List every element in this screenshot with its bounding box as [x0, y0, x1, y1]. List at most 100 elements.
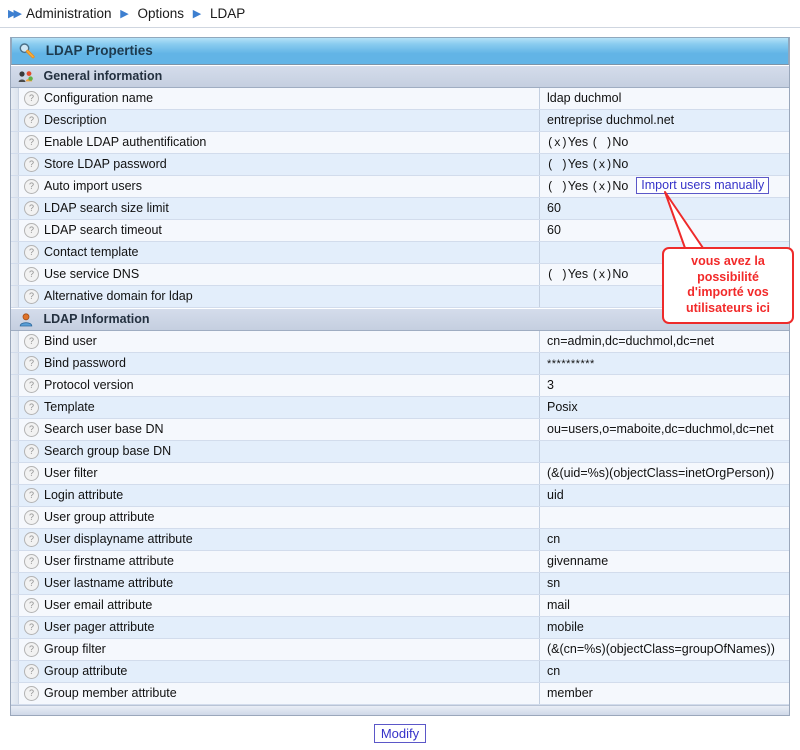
radio-no-label: No	[612, 179, 628, 193]
table-row: ?Protocol version3	[11, 375, 789, 397]
radio-no[interactable]: (x)	[592, 269, 613, 282]
breadcrumb-item-ldap[interactable]: LDAP	[210, 6, 245, 21]
modify-button[interactable]: Modify	[374, 724, 426, 743]
table-row: ?Auto import users( )Yes (x)NoImport use…	[11, 176, 789, 198]
row-gutter	[11, 683, 19, 704]
help-icon[interactable]: ?	[24, 554, 39, 569]
row-label-text: Group attribute	[44, 664, 127, 678]
radio-group[interactable]: ( )Yes (x)No	[547, 181, 628, 194]
row-value-text: cn	[547, 532, 560, 546]
row-value: 60	[540, 198, 789, 219]
help-icon[interactable]: ?	[24, 289, 39, 304]
help-icon[interactable]: ?	[24, 201, 39, 216]
row-value-text: ou=users,o=maboite,dc=duchmol,dc=net	[547, 422, 774, 436]
import-users-manually-button[interactable]: Import users manually	[636, 177, 769, 194]
radio-yes-label: Yes	[568, 267, 592, 281]
row-label-text: Group member attribute	[44, 686, 177, 700]
row-value: ldap duchmol	[540, 88, 789, 109]
row-value: (&(cn=%s)(objectClass=groupOfNames))	[540, 639, 789, 660]
radio-yes[interactable]: (x)	[547, 137, 568, 150]
table-row: ?Group attributecn	[11, 661, 789, 683]
row-label: ?Bind password	[19, 353, 540, 374]
panel-title-bar: LDAP Properties	[11, 37, 789, 65]
help-icon[interactable]: ?	[24, 267, 39, 282]
annotation-line-4: utilisateurs ici	[666, 301, 790, 317]
help-icon[interactable]: ?	[24, 422, 39, 437]
row-gutter	[11, 507, 19, 528]
radio-no[interactable]: (x)	[592, 181, 613, 194]
row-label: ?User email attribute	[19, 595, 540, 616]
help-icon[interactable]: ?	[24, 466, 39, 481]
radio-no[interactable]: (x)	[592, 159, 613, 172]
help-icon[interactable]: ?	[24, 664, 39, 679]
help-icon[interactable]: ?	[24, 576, 39, 591]
row-gutter	[11, 110, 19, 131]
help-icon[interactable]: ?	[24, 135, 39, 150]
table-row: ?User firstname attributegivenname	[11, 551, 789, 573]
annotation-callout: vous avez la possibilité d'importé vos u…	[662, 247, 794, 324]
table-row: ?User lastname attributesn	[11, 573, 789, 595]
radio-no[interactable]: ( )	[592, 137, 613, 150]
radio-group[interactable]: ( )Yes (x)No	[547, 269, 628, 282]
table-row: ?Group member attributemember	[11, 683, 789, 705]
row-label-text: User filter	[44, 466, 97, 480]
row-label: ?Search user base DN	[19, 419, 540, 440]
help-icon[interactable]: ?	[24, 686, 39, 701]
table-row: ?LDAP search timeout60	[11, 220, 789, 242]
help-icon[interactable]: ?	[24, 598, 39, 613]
help-icon[interactable]: ?	[24, 91, 39, 106]
row-label: ?Enable LDAP authentification	[19, 132, 540, 153]
row-label: ?Search group base DN	[19, 441, 540, 462]
row-label: ?Description	[19, 110, 540, 131]
row-value-text: mobile	[547, 620, 584, 634]
radio-no-label: No	[612, 135, 628, 149]
form-actions: Modify	[0, 724, 800, 743]
help-icon[interactable]: ?	[24, 157, 39, 172]
help-icon[interactable]: ?	[24, 223, 39, 238]
row-label: ?Login attribute	[19, 485, 540, 506]
row-gutter	[11, 242, 19, 263]
table-row: ?Bind password**********	[11, 353, 789, 375]
row-gutter	[11, 88, 19, 109]
annotation-line-3: d'importé vos	[666, 285, 790, 301]
row-label: ?Use service DNS	[19, 264, 540, 285]
help-icon[interactable]: ?	[24, 510, 39, 525]
help-icon[interactable]: ?	[24, 378, 39, 393]
help-icon[interactable]: ?	[24, 620, 39, 635]
ldap-properties-panel: LDAP Properties General information ?Con…	[10, 37, 790, 716]
help-icon[interactable]: ?	[24, 642, 39, 657]
help-icon[interactable]: ?	[24, 356, 39, 371]
annotation-line-2: possibilité	[666, 270, 790, 286]
radio-yes[interactable]: ( )	[547, 269, 568, 282]
row-label: ?Alternative domain for ldap	[19, 286, 540, 307]
radio-group[interactable]: ( )Yes (x)No	[547, 159, 628, 172]
row-value: uid	[540, 485, 789, 506]
radio-yes[interactable]: ( )	[547, 181, 568, 194]
help-icon[interactable]: ?	[24, 245, 39, 260]
radio-yes[interactable]: ( )	[547, 159, 568, 172]
row-value-text: 3	[547, 378, 554, 392]
row-label-text: Group filter	[44, 642, 106, 656]
row-value-text: givenname	[547, 554, 608, 568]
row-label-text: User pager attribute	[44, 620, 154, 634]
help-icon[interactable]: ?	[24, 532, 39, 547]
section-title-ldap-information: LDAP Information	[43, 312, 149, 326]
table-row: ?User filter(&(uid=%s)(objectClass=inetO…	[11, 463, 789, 485]
radio-group[interactable]: (x)Yes ( )No	[547, 137, 628, 150]
row-value: ( )Yes (x)No	[540, 154, 789, 175]
help-icon[interactable]: ?	[24, 334, 39, 349]
help-icon[interactable]: ?	[24, 179, 39, 194]
row-label-text: User displayname attribute	[44, 532, 193, 546]
row-value	[540, 441, 789, 462]
help-icon[interactable]: ?	[24, 113, 39, 128]
help-icon[interactable]: ?	[24, 400, 39, 415]
breadcrumb-item-administration[interactable]: Administration	[26, 6, 112, 21]
breadcrumb-item-options[interactable]: Options	[137, 6, 184, 21]
row-label-text: Store LDAP password	[44, 157, 167, 171]
row-gutter	[11, 485, 19, 506]
wrench-search-icon	[18, 42, 36, 60]
help-icon[interactable]: ?	[24, 444, 39, 459]
page-root: ▶▶ Administration ▶ Options ▶ LDAP LDAP …	[0, 0, 800, 750]
row-label: ?Template	[19, 397, 540, 418]
help-icon[interactable]: ?	[24, 488, 39, 503]
